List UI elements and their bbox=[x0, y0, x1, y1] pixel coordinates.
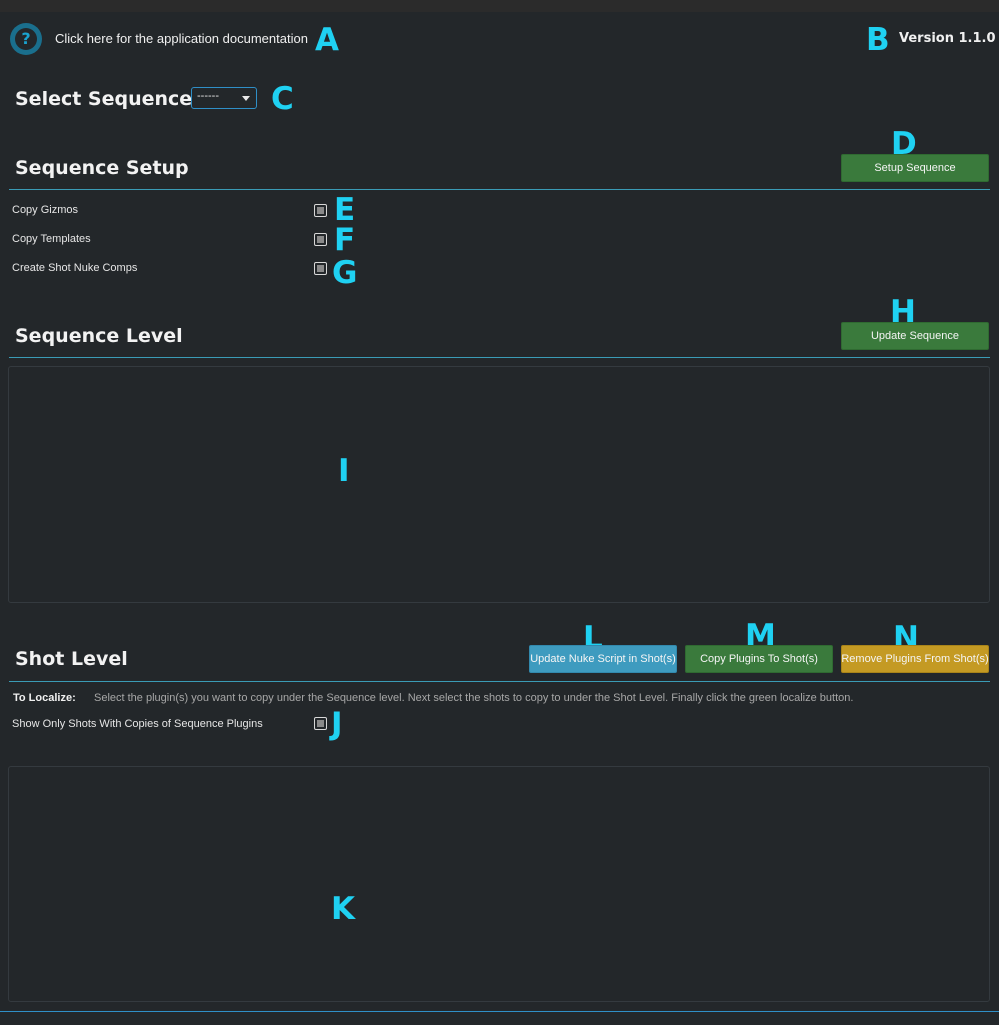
remove-plugins-button[interactable]: Remove Plugins From Shot(s) bbox=[841, 645, 989, 673]
sequence-setup-title: Sequence Setup bbox=[15, 157, 189, 179]
marker-j: J bbox=[331, 706, 343, 742]
marker-f: F bbox=[334, 222, 356, 258]
marker-b: B bbox=[866, 22, 890, 58]
show-only-shots-checkbox[interactable] bbox=[314, 717, 327, 730]
show-only-shots-label: Show Only Shots With Copies of Sequence … bbox=[12, 718, 263, 730]
bottom-divider bbox=[0, 1011, 999, 1012]
marker-c: C bbox=[271, 81, 294, 117]
copy-gizmos-label: Copy Gizmos bbox=[12, 204, 79, 216]
sequence-level-title: Sequence Level bbox=[15, 325, 183, 347]
sequence-dropdown-value: ------ bbox=[197, 90, 219, 102]
copy-templates-checkbox[interactable] bbox=[314, 233, 327, 246]
help-question-glyph: ? bbox=[15, 28, 37, 50]
create-shot-nuke-comps-checkbox[interactable] bbox=[314, 262, 327, 275]
marker-i: I bbox=[338, 453, 350, 489]
marker-k: K bbox=[331, 891, 356, 927]
localize-instructions: Select the plugin(s) you want to copy un… bbox=[94, 692, 854, 704]
copy-templates-label: Copy Templates bbox=[12, 233, 91, 245]
copy-gizmos-checkbox[interactable] bbox=[314, 204, 327, 217]
checkbox-fill bbox=[317, 265, 324, 272]
copy-plugins-button[interactable]: Copy Plugins To Shot(s) bbox=[685, 645, 833, 673]
update-nuke-script-button[interactable]: Update Nuke Script in Shot(s) bbox=[529, 645, 677, 673]
setup-sequence-button[interactable]: Setup Sequence bbox=[841, 154, 989, 182]
select-sequence-label: Select Sequence: bbox=[15, 88, 200, 110]
version-label: Version 1.1.0 bbox=[899, 31, 996, 46]
shot-level-title: Shot Level bbox=[15, 648, 128, 670]
checkbox-fill bbox=[317, 207, 324, 214]
update-sequence-button[interactable]: Update Sequence bbox=[841, 322, 989, 350]
localize-label: To Localize: bbox=[13, 692, 76, 704]
shot-level-divider bbox=[9, 681, 990, 682]
marker-a: A bbox=[315, 22, 339, 58]
sequence-dropdown[interactable]: ------ bbox=[191, 87, 257, 109]
checkbox-fill bbox=[317, 236, 324, 243]
shot-list[interactable] bbox=[8, 766, 990, 1002]
sequence-plugin-list[interactable] bbox=[8, 366, 990, 603]
create-shot-nuke-comps-label: Create Shot Nuke Comps bbox=[12, 262, 138, 274]
sequence-setup-divider bbox=[9, 189, 990, 190]
marker-g: G bbox=[332, 255, 358, 291]
chevron-down-icon bbox=[242, 96, 250, 101]
documentation-link[interactable]: Click here for the application documenta… bbox=[55, 31, 308, 46]
sequence-level-divider bbox=[9, 357, 990, 358]
help-question-icon[interactable]: ? bbox=[10, 23, 42, 55]
window-top-bar bbox=[0, 0, 999, 12]
checkbox-fill bbox=[317, 720, 324, 727]
